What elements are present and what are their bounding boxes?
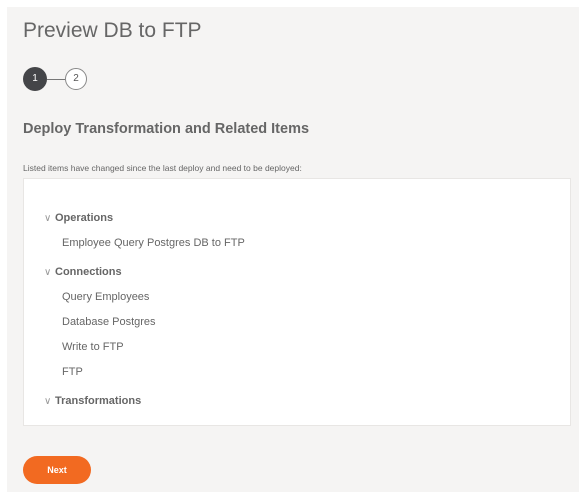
step-1-indicator[interactable]: 1 — [23, 67, 47, 91]
chevron-down-icon[interactable]: ∨ — [44, 213, 53, 224]
step-connector — [47, 79, 65, 80]
step-2-indicator[interactable]: 2 — [65, 68, 87, 90]
list-item: Write to FTP — [62, 341, 124, 353]
group-transformations[interactable]: ∨ Transformations — [44, 395, 141, 407]
deploy-items-list: ∨ Operations Employee Query Postgres DB t… — [23, 178, 571, 426]
section-title: Deploy Transformation and Related Items — [23, 121, 310, 137]
chevron-down-icon[interactable]: ∨ — [44, 396, 53, 407]
stepper: 1 2 — [23, 67, 143, 93]
list-item: Database Postgres — [62, 316, 156, 328]
section-description: Listed items have changed since the last… — [23, 163, 302, 173]
dialog-panel: Preview DB to FTP 1 2 Deploy Transformat… — [7, 7, 579, 492]
list-item: Employee Query Postgres DB to FTP — [62, 237, 245, 249]
page-title: Preview DB to FTP — [23, 19, 202, 42]
group-operations[interactable]: ∨ Operations — [44, 212, 113, 224]
group-connections[interactable]: ∨ Connections — [44, 266, 122, 278]
group-label: Transformations — [55, 395, 142, 407]
next-button[interactable]: Next — [23, 456, 91, 484]
list-item: Query Employees — [62, 291, 150, 303]
list-item: FTP — [62, 366, 83, 378]
group-label: Operations — [55, 212, 114, 224]
group-label: Connections — [55, 266, 122, 278]
chevron-down-icon[interactable]: ∨ — [44, 267, 53, 278]
